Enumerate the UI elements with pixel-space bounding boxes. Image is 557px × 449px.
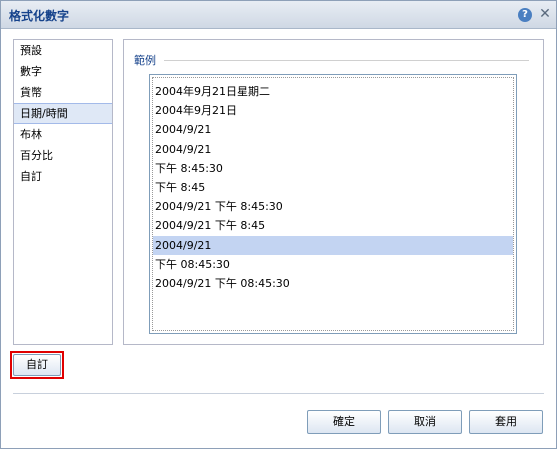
ok-button[interactable]: 確定 [307,410,381,434]
dialog-title: 格式化數字 [9,9,70,23]
sample-item[interactable]: 2004年9月21日 [153,101,513,120]
format-number-dialog: 格式化數字 ? ✕ 預設 數字 貨幣 日期/時間 布林 百分比 自訂 範例 20… [0,0,557,449]
category-item-percent[interactable]: 百分比 [14,145,112,166]
sample-item[interactable]: 2004年9月21日星期二 [153,82,513,101]
cancel-button[interactable]: 取消 [388,410,462,434]
category-list[interactable]: 預設 數字 貨幣 日期/時間 布林 百分比 自訂 [13,39,113,345]
footer-divider [13,393,544,394]
category-item-currency[interactable]: 貨幣 [14,82,112,103]
sample-item[interactable]: 2004/9/21 下午 08:45:30 [153,274,513,293]
category-item-number[interactable]: 數字 [14,61,112,82]
sample-format-list[interactable]: 2004年9月21日星期二 2004年9月21日 2004/9/21 2004/… [149,74,517,334]
sample-item[interactable]: 下午 8:45:30 [153,159,513,178]
help-icon[interactable]: ? [518,8,532,22]
sample-item[interactable]: 下午 08:45:30 [153,255,513,274]
custom-button[interactable]: 自訂 [13,354,61,376]
close-icon[interactable]: ✕ [538,6,552,22]
sample-item[interactable]: 2004/9/21 下午 8:45 [153,216,513,235]
sample-item-selected[interactable]: 2004/9/21 [153,235,513,255]
category-item-boolean[interactable]: 布林 [14,124,112,145]
sample-panel: 範例 2004年9月21日星期二 2004年9月21日 2004/9/21 20… [123,39,544,345]
sample-item[interactable]: 2004/9/21 [153,140,513,159]
sample-item[interactable]: 2004/9/21 下午 8:45:30 [153,197,513,216]
category-item-custom[interactable]: 自訂 [14,166,112,187]
title-bar[interactable]: 格式化數字 ? ✕ [1,1,556,29]
fieldset-divider [164,60,529,61]
sample-item[interactable]: 下午 8:45 [153,178,513,197]
sample-list-inner: 2004年9月21日星期二 2004年9月21日 2004/9/21 2004/… [152,77,514,331]
sample-item[interactable]: 2004/9/21 [153,120,513,139]
category-item-default[interactable]: 預設 [14,40,112,61]
apply-button[interactable]: 套用 [469,410,543,434]
sample-legend: 範例 [134,52,160,68]
category-item-datetime[interactable]: 日期/時間 [14,103,112,124]
